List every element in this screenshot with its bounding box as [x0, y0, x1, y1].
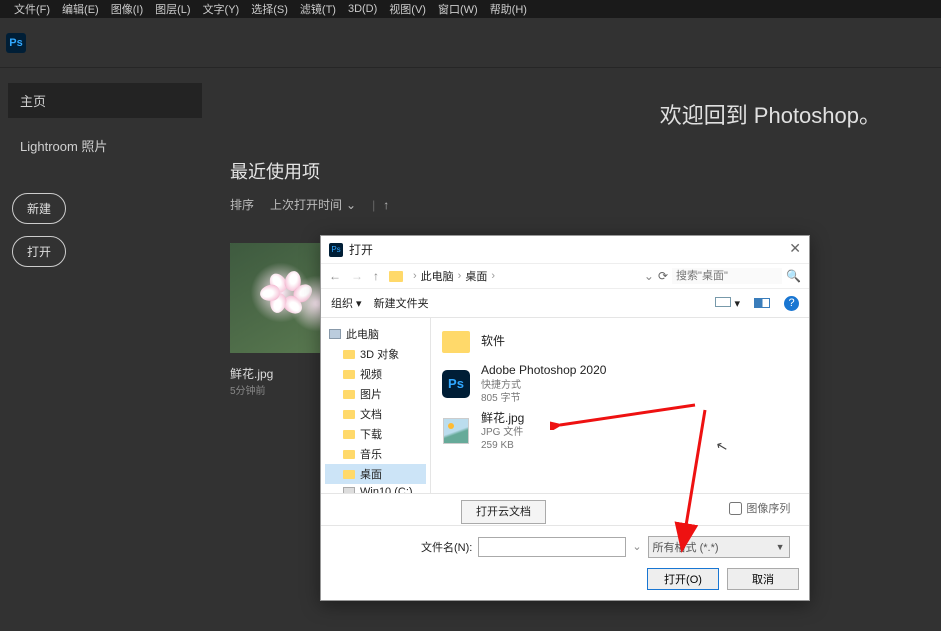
file-size: 259 KB: [481, 439, 524, 452]
checkbox-label: 图像序列: [746, 500, 790, 516]
file-filter-dropdown[interactable]: 所有格式 (*.*) ▼: [648, 536, 790, 558]
tree-downloads[interactable]: 下载: [325, 424, 426, 444]
dialog-lower: 打开云文档 图像序列: [321, 493, 809, 525]
menu-file[interactable]: 文件(F): [8, 1, 56, 17]
file-list: 软件 Ps Adobe Photoshop 2020 快捷方式 805 字节 鲜…: [431, 318, 809, 493]
menu-window[interactable]: 窗口(W): [432, 1, 484, 17]
view-mode-icon[interactable]: ▾: [715, 297, 740, 310]
back-icon[interactable]: ←: [329, 269, 341, 283]
sidebar-lightroom[interactable]: Lightroom 照片: [8, 128, 202, 163]
welcome-text: 欢迎回到 Photoshop。: [660, 98, 881, 130]
ps-icon: Ps: [441, 369, 471, 399]
image-sequence-checkbox[interactable]: 图像序列: [729, 500, 790, 516]
dialog-nav: ← → ↑ › 此电脑 › 桌面 › ⌄ ⟳ 🔍: [321, 263, 809, 289]
menu-view[interactable]: 视图(V): [383, 1, 432, 17]
ps-logo: Ps: [6, 33, 26, 53]
sidebar-home[interactable]: 主页: [8, 83, 202, 118]
menu-layer[interactable]: 图层(L): [149, 1, 196, 17]
file-name: Adobe Photoshop 2020: [481, 363, 606, 379]
sort-row: 排序 上次打开时间 ⌄ | ↑: [230, 194, 921, 215]
preview-pane-icon[interactable]: [754, 298, 770, 308]
sort-value: 上次打开时间: [270, 196, 342, 213]
breadcrumb-desktop[interactable]: 桌面: [465, 268, 487, 284]
file-ps-shortcut[interactable]: Ps Adobe Photoshop 2020 快捷方式 805 字节: [437, 360, 803, 408]
ps-icon: Ps: [329, 243, 343, 257]
help-icon[interactable]: ?: [784, 296, 799, 311]
menu-text[interactable]: 文字(Y): [197, 1, 246, 17]
chevron-down-icon: ⌄: [346, 198, 356, 212]
file-type: JPG 文件: [481, 426, 524, 439]
dialog-toolbar: 组织 ▾ 新建文件夹 ▾ ?: [321, 289, 809, 318]
up-icon[interactable]: ↑: [373, 269, 379, 283]
menu-edit[interactable]: 编辑(E): [56, 1, 105, 17]
menu-image[interactable]: 图像(I): [105, 1, 149, 17]
chevron-down-icon: ▼: [776, 542, 785, 552]
sort-dir-icon[interactable]: ↑: [383, 198, 389, 212]
tree-documents[interactable]: 文档: [325, 404, 426, 424]
sort-dropdown[interactable]: 上次打开时间 ⌄: [262, 194, 364, 215]
app-bar: Ps: [0, 18, 941, 68]
breadcrumb[interactable]: › 此电脑 › 桌面 ›: [413, 268, 495, 284]
open-button[interactable]: 打开: [12, 236, 66, 267]
file-name: 软件: [481, 334, 505, 350]
tree-video[interactable]: 视频: [325, 364, 426, 384]
checkbox[interactable]: [729, 502, 742, 515]
menu-select[interactable]: 选择(S): [245, 1, 294, 17]
recent-title: 最近使用项: [230, 158, 921, 184]
breadcrumb-pc[interactable]: 此电脑: [421, 268, 454, 284]
new-folder-button[interactable]: 新建文件夹: [374, 295, 429, 311]
sidebar: 主页 Lightroom 照片 新建 打开: [0, 68, 210, 631]
menu-3d[interactable]: 3D(D): [342, 3, 383, 15]
tree-3d[interactable]: 3D 对象: [325, 344, 426, 364]
organize-dropdown[interactable]: 组织 ▾: [331, 295, 362, 311]
tree-this-pc[interactable]: 此电脑: [325, 324, 426, 344]
filename-input[interactable]: [478, 537, 626, 557]
search-input[interactable]: [672, 268, 782, 284]
open-confirm-button[interactable]: 打开(O): [647, 568, 719, 590]
filename-label: 文件名(N):: [421, 539, 472, 555]
tree-music[interactable]: 音乐: [325, 444, 426, 464]
search-icon[interactable]: 🔍: [786, 269, 801, 283]
forward-icon[interactable]: →: [351, 269, 363, 283]
tree-drive-c[interactable]: Win10 (C:): [325, 484, 426, 493]
menu-help[interactable]: 帮助(H): [484, 1, 533, 17]
menu-filter[interactable]: 滤镜(T): [294, 1, 342, 17]
filter-label: 所有格式 (*.*): [653, 539, 719, 555]
file-type: 快捷方式: [481, 379, 606, 392]
cancel-button[interactable]: 取消: [727, 568, 799, 590]
file-folder-software[interactable]: 软件: [437, 324, 803, 360]
folder-tree: 此电脑 3D 对象 视频 图片 文档 下载 音乐 桌面 Win10 (C:): [321, 318, 431, 493]
refresh-icon[interactable]: ⟳: [658, 269, 668, 283]
file-size: 805 字节: [481, 392, 606, 405]
folder-icon: [389, 271, 403, 282]
file-name: 鲜花.jpg: [481, 411, 524, 427]
open-dialog: Ps 打开 ✕ ← → ↑ › 此电脑 › 桌面 › ⌄ ⟳ 🔍 组织 ▾ 新建…: [320, 235, 810, 601]
menu-bar: 文件(F) 编辑(E) 图像(I) 图层(L) 文字(Y) 选择(S) 滤镜(T…: [0, 0, 941, 18]
new-button[interactable]: 新建: [12, 193, 66, 224]
file-image-flower[interactable]: 鲜花.jpg JPG 文件 259 KB: [437, 408, 803, 456]
open-cloud-button[interactable]: 打开云文档: [461, 500, 546, 524]
tree-pictures[interactable]: 图片: [325, 384, 426, 404]
image-icon: [441, 416, 471, 446]
dialog-title: 打开: [349, 241, 373, 258]
close-icon[interactable]: ✕: [789, 240, 801, 257]
sort-label: 排序: [230, 196, 254, 213]
breadcrumb-dropdown-icon[interactable]: ⌄: [644, 269, 654, 283]
tree-desktop[interactable]: 桌面: [325, 464, 426, 484]
folder-icon: [441, 327, 471, 357]
dialog-titlebar: Ps 打开 ✕: [321, 236, 809, 263]
filename-row: 文件名(N): ⌄ 所有格式 (*.*) ▼: [321, 525, 809, 568]
